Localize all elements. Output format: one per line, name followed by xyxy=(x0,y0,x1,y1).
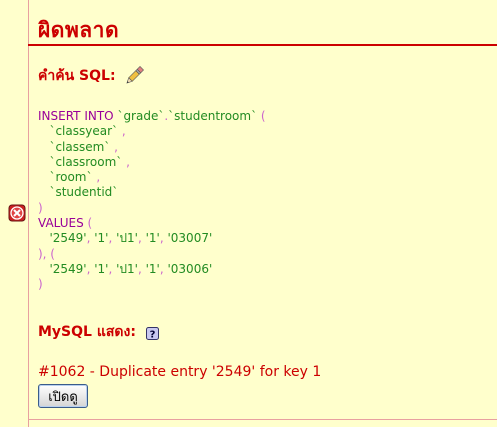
sql-token: `studentroom` xyxy=(168,109,258,123)
mysql-response-heading-label: MySQL แสดง: xyxy=(38,324,136,340)
sql-token: `room` xyxy=(38,170,93,185)
pencil-icon[interactable] xyxy=(124,66,144,86)
sql-line: ), ( xyxy=(38,247,266,262)
sql-query-heading-label: คำค้น SQL: xyxy=(38,68,116,84)
sql-token: ), ( xyxy=(38,246,55,261)
sql-token: `classroom` xyxy=(38,154,123,169)
left-border-rule xyxy=(28,0,29,427)
sql-token: , xyxy=(108,231,117,246)
sql-token: ( xyxy=(87,216,93,231)
sql-line: `room` , xyxy=(38,170,266,185)
bottom-border-rule xyxy=(28,419,497,420)
sql-token: '03007' xyxy=(167,231,213,246)
sql-line: VALUES ( xyxy=(38,216,266,231)
error-icon xyxy=(8,204,26,222)
sql-token: `classyear` xyxy=(38,124,119,139)
sql-line: `classem` , xyxy=(38,140,266,155)
sql-token: VALUES xyxy=(38,216,88,231)
sql-token: , xyxy=(137,231,146,246)
sql-token: , xyxy=(122,154,130,169)
sql-token: '1' xyxy=(145,231,160,246)
sql-token: `studentid` xyxy=(38,185,119,200)
sql-token: , xyxy=(118,124,126,139)
sql-token: 'ป1' xyxy=(116,261,138,276)
sql-token: , xyxy=(110,139,118,154)
sql-query-code: INSERT INTO `grade`.`studentroom` ( `cla… xyxy=(38,109,266,293)
sql-token: INSERT INTO xyxy=(38,109,118,123)
sql-token: '2549' xyxy=(38,231,87,246)
sql-line: ) xyxy=(38,277,266,292)
sql-token: ) xyxy=(38,277,43,292)
sql-token: , xyxy=(92,170,101,185)
mysql-response-heading: MySQL แสดง: ? xyxy=(38,322,159,342)
sql-token: ( xyxy=(257,109,266,123)
open-button[interactable]: เปิดดู xyxy=(38,384,88,408)
sql-token: 'ป1' xyxy=(116,231,138,246)
sql-line: `studentid` xyxy=(38,185,266,200)
help-icon[interactable]: ? xyxy=(145,326,159,340)
sql-token: '1' xyxy=(94,261,109,276)
svg-text:?: ? xyxy=(150,329,156,340)
sql-token: , xyxy=(137,261,146,276)
sql-line: `classyear` , xyxy=(38,124,266,139)
sql-token: '1' xyxy=(94,231,109,246)
sql-query-heading: คำค้น SQL: xyxy=(38,66,144,86)
sql-token: ) xyxy=(38,200,43,215)
sql-token: '1' xyxy=(145,261,160,276)
page-title: ผิดพลาด xyxy=(38,18,120,42)
sql-line: `classroom` , xyxy=(38,155,266,170)
sql-token: , xyxy=(108,261,117,276)
sql-token: '03006' xyxy=(167,261,213,276)
sql-line: '2549', '1', 'ป1', '1', '03006' xyxy=(38,262,266,277)
sql-token: '2549' xyxy=(38,261,87,276)
sql-line: INSERT INTO `grade`.`studentroom` ( xyxy=(38,109,266,124)
sql-token: `grade` xyxy=(117,109,165,123)
title-underline xyxy=(28,44,497,46)
sql-line: ) xyxy=(38,201,266,216)
sql-line: '2549', '1', 'ป1', '1', '03007' xyxy=(38,231,266,246)
sql-token: `classem` xyxy=(38,139,111,154)
error-message: #1062 - Duplicate entry '2549' for key 1 xyxy=(38,364,322,380)
